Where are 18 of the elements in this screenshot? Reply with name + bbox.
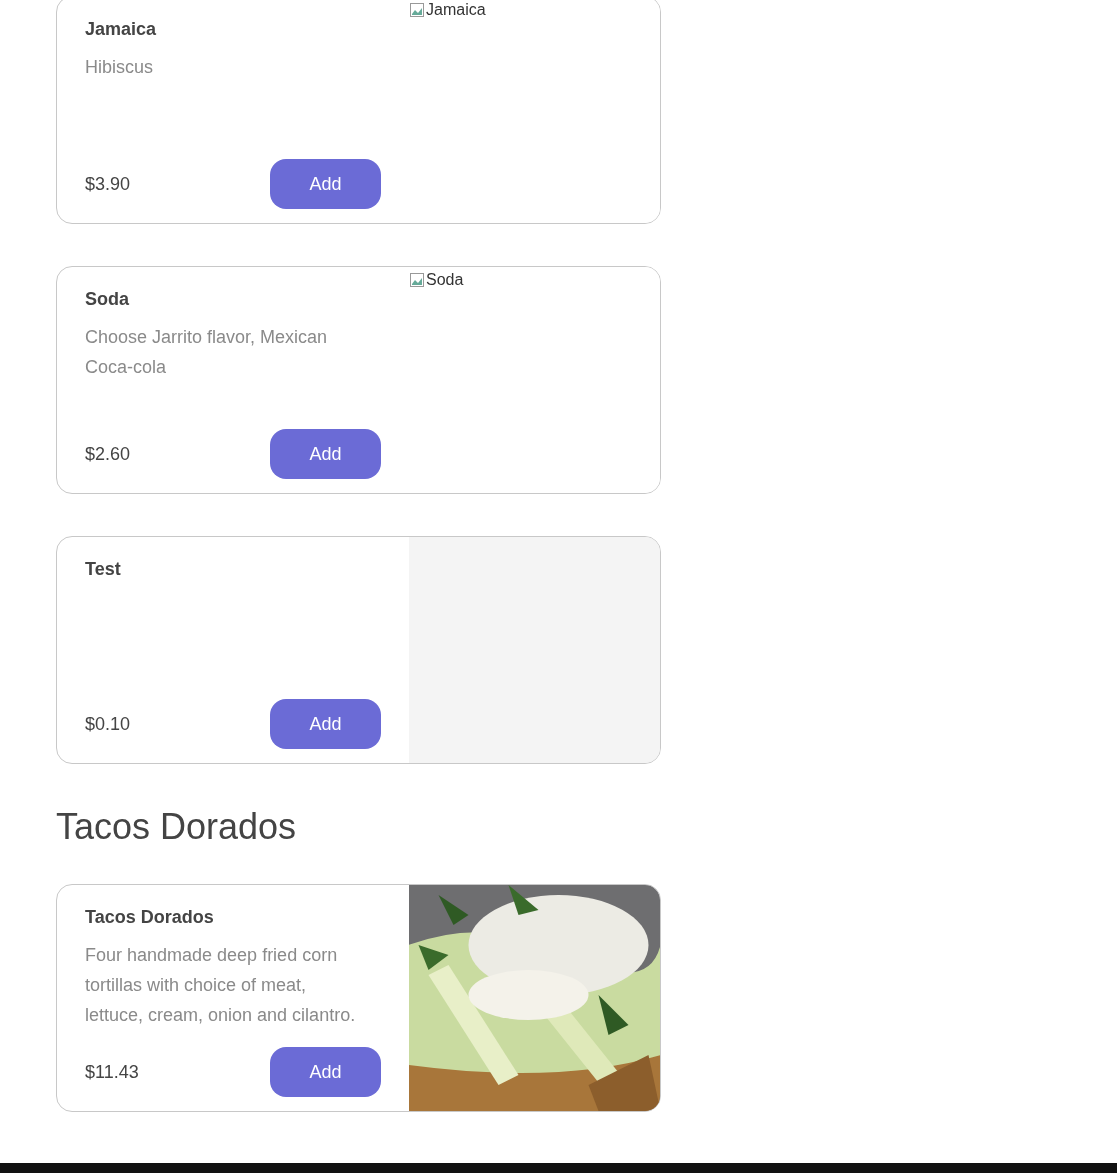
item-description: Four handmade deep fried corn tortillas with choice of meat, lettuce, cream, onion and cilantro.	[85, 944, 357, 1027]
image-alt-text: Jamaica	[409, 0, 660, 19]
item-price: $2.60	[85, 443, 131, 465]
add-button[interactable]: Add	[270, 699, 381, 749]
item-description: Choose Jarrito flavor, Mexican Coca-cola	[85, 326, 329, 379]
item-description: Hibiscus	[85, 56, 155, 79]
item-name: Jamaica	[85, 19, 158, 40]
add-button[interactable]: Add	[270, 159, 381, 209]
add-button[interactable]: Add	[270, 429, 381, 479]
add-button[interactable]: Add	[270, 1047, 381, 1097]
item-price: $11.43	[85, 1061, 139, 1083]
item-price: $3.90	[85, 173, 131, 195]
section-heading: Tacos Dorados	[56, 806, 298, 848]
item-name: Soda	[85, 289, 130, 310]
item-name: Test	[85, 559, 122, 580]
item-price: $0.10	[85, 713, 131, 735]
image-alt-text: Soda	[409, 267, 660, 289]
item-name: Tacos Dorados	[85, 907, 215, 928]
